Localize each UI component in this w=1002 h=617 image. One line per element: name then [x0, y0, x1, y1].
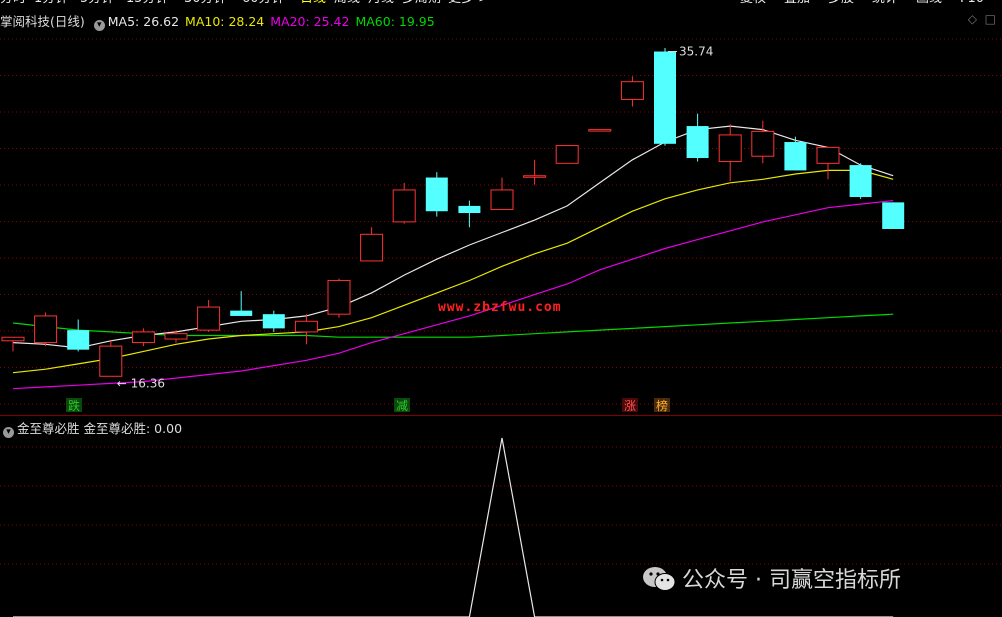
- ma5-label: MA5: 26.62: [107, 14, 180, 29]
- candlestick-chart: 35.74 ← 16.36 跌 减 涨 榜: [0, 38, 1002, 413]
- candle-body: [620, 81, 644, 100]
- candle-body: [523, 175, 547, 178]
- period-tab-3[interactable]: 15分钟: [126, 0, 169, 5]
- toolbar-action-2[interactable]: 多股: [828, 0, 854, 5]
- candle-body: [425, 177, 448, 212]
- toolbar-action-5[interactable]: F10: [960, 0, 984, 5]
- wechat-watermark: 公众号 · 司赢空指标所: [642, 562, 901, 594]
- panel-divider: [0, 415, 1002, 416]
- candle-body: [718, 134, 742, 163]
- ma60-label: MA60: 19.95: [355, 14, 435, 29]
- candle-body: [294, 320, 318, 333]
- stock-title: 掌阅科技(日线): [0, 14, 85, 29]
- candle-body: [99, 345, 123, 377]
- period-tab-7[interactable]: 周线: [334, 0, 360, 5]
- candle-body: [816, 146, 840, 164]
- candle-body: [262, 314, 285, 329]
- candle-body: [360, 233, 384, 262]
- window-icon[interactable]: □: [985, 12, 996, 26]
- signal-marker-1: 减: [396, 399, 408, 413]
- candle-body: [458, 205, 481, 214]
- wechat-icon: [643, 567, 676, 591]
- candle-body: [131, 331, 155, 344]
- candle-body: [654, 51, 676, 144]
- candle-body: [686, 126, 709, 158]
- signal-marker-2: 涨: [624, 398, 636, 413]
- candle-body: [849, 165, 872, 198]
- candle-body: [555, 145, 579, 164]
- indicator-name: 金至尊必胜: [17, 421, 80, 436]
- candle-body: [588, 129, 612, 132]
- candle-body: [164, 333, 188, 340]
- period-tab-8[interactable]: 月线: [368, 0, 394, 5]
- candle-body: [1, 336, 25, 342]
- candle-body: [327, 279, 351, 315]
- toolbar-action-1[interactable]: 叠加: [784, 0, 810, 5]
- period-tab-1[interactable]: 1分钟: [34, 0, 68, 5]
- period-tab-0[interactable]: 分时: [0, 0, 26, 5]
- ma20-label: MA20: 25.42: [270, 14, 350, 29]
- ma20-line: [12, 200, 894, 390]
- watermark-site: www.zbzfwu.com: [438, 300, 562, 315]
- candle-body: [230, 310, 253, 316]
- panel-controls: ◇ □: [968, 12, 996, 26]
- ma10-label: MA10: 28.24: [185, 14, 265, 29]
- period-tab-9[interactable]: 多周期: [402, 0, 441, 5]
- period-tab-5[interactable]: 60分钟: [242, 0, 285, 5]
- period-toolbar: 分时 1分钟 5分钟 15分钟 30分钟 60分钟 日线 周线 月线 多周期 更多 > 复权 叠加 多股 统…: [0, 0, 1002, 8]
- candle-body: [784, 142, 807, 171]
- period-tab-6[interactable]: 日线: [300, 0, 326, 5]
- signal-marker-3: 榜: [656, 398, 668, 413]
- candle-body: [751, 130, 775, 157]
- indicator-value: 金至尊必胜: 0.00: [83, 421, 183, 436]
- indicator-legend: ▾ 金至尊必胜 金至尊必胜: 0.00: [0, 418, 183, 438]
- period-tab-10[interactable]: 更多 >: [448, 0, 489, 5]
- toolbar-action-3[interactable]: 统计: [872, 0, 898, 5]
- toolbar-action-0[interactable]: 复权: [740, 0, 766, 5]
- low-label: ← 16.36: [117, 376, 165, 390]
- high-label: 35.74: [679, 45, 713, 59]
- diamond-icon[interactable]: ◇: [968, 12, 977, 26]
- ma-legend: 掌阅科技(日线) ▾ MA5: 26.62 MA10: 28.24 MA20: 25.4…: [0, 11, 441, 31]
- period-tab-2[interactable]: 5分钟: [80, 0, 114, 5]
- watermark-text: 公众号 · 司赢空指标所: [682, 568, 901, 593]
- signal-marker-0: 跌: [68, 398, 80, 413]
- candle-body: [882, 202, 905, 229]
- period-tab-4[interactable]: 30分钟: [184, 0, 227, 5]
- candle-body: [34, 315, 58, 344]
- candle-body: [392, 189, 416, 223]
- candle-body: [490, 189, 514, 210]
- candle-body: [197, 306, 221, 331]
- toolbar-action-4[interactable]: 画线: [916, 0, 942, 5]
- candle-body: [67, 330, 90, 350]
